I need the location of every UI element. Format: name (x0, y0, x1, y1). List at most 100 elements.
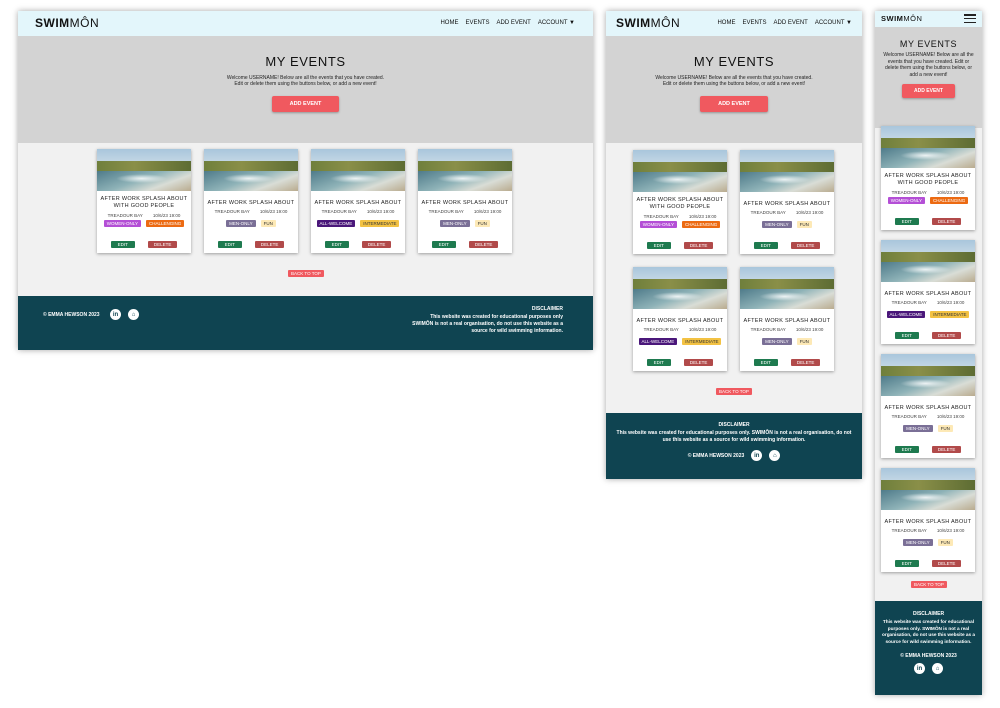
disclaimer-title: DISCLAIMER (531, 306, 563, 312)
event-tag: CHALLENGING (929, 196, 969, 204)
disclaimer-line2: use this website as a source for wild sw… (662, 437, 806, 443)
event-datetime: 10/6/23 19:00 (688, 213, 717, 219)
hero-intro-line2: Edit or delete them using the buttons be… (662, 81, 806, 87)
event-tag: CHALLENGING (681, 220, 721, 228)
github-icon[interactable]: ⌂ (932, 663, 943, 675)
delete-button[interactable]: DELETE (790, 242, 821, 249)
site-logo[interactable]: SWIMMÔN (35, 16, 99, 30)
event-tag: WOMEN-ONLY (103, 219, 141, 227)
event-card: AFTER WORK SPLASH ABOUT TREADOUR BAY 10/6… (740, 150, 834, 254)
delete-button[interactable]: DELETE (931, 332, 962, 339)
event-card: AFTER WORK SPLASH ABOUT TREADOUR BAY 10/6… (204, 149, 298, 253)
event-title: AFTER WORK SPLASH ABOUT (743, 201, 831, 207)
event-card: AFTER WORK SPLASH ABOUT TREADOUR BAY 10/6… (881, 240, 975, 344)
nav-events[interactable]: EVENTS (742, 20, 766, 26)
event-tag: FUN (796, 221, 812, 229)
hero-intro: Welcome USERNAME! Below are all the even… (883, 52, 974, 78)
event-location: TREADOUR BAY (643, 213, 679, 219)
nav-account-dropdown[interactable]: ACCOUNT ▼ (815, 20, 852, 26)
event-location: TREADOUR BAY (750, 327, 786, 333)
event-tag: INTERMEDIATE (682, 338, 722, 346)
back-to-top-button[interactable]: BACK TO TOP (911, 581, 947, 588)
nav-add-event[interactable]: ADD EVENT (773, 20, 807, 26)
event-tag: FUN (937, 539, 953, 547)
add-event-button[interactable]: ADD EVENT (902, 84, 955, 98)
event-tag: WOMEN-ONLY (639, 220, 677, 228)
disclaimer-text: This website was created for educational… (882, 619, 975, 644)
event-photo (881, 468, 975, 510)
event-location: TREADOUR BAY (891, 189, 927, 195)
copyright: © EMMA HEWSON 2023 (43, 312, 100, 318)
event-tag: ALL-WELCOME (638, 338, 678, 346)
event-location: TREADOUR BAY (321, 209, 357, 215)
delete-button[interactable]: DELETE (790, 359, 821, 366)
event-location: TREADOUR BAY (891, 300, 927, 306)
delete-button[interactable]: DELETE (147, 241, 178, 248)
page-title: MY EVENTS (693, 54, 775, 69)
event-tag: MEN-ONLY (762, 338, 792, 346)
event-card: AFTER WORK SPLASH ABOUT TREADOUR BAY 10/6… (633, 267, 727, 371)
github-icon[interactable]: ⌂ (769, 450, 781, 461)
nav-home[interactable]: HOME (440, 20, 458, 26)
event-title: AFTER WORK SPLASH ABOUT (314, 200, 402, 206)
hero-section: MY EVENTS Welcome USERNAME! Below are al… (606, 36, 862, 143)
event-tag: FUN (260, 220, 276, 228)
event-datetime: 10/6/23 19:00 (259, 209, 288, 215)
edit-button[interactable]: EDIT (110, 241, 135, 248)
edit-button[interactable]: EDIT (431, 241, 456, 248)
event-title: AFTER WORK SPLASH ABOUT (421, 200, 509, 206)
delete-button[interactable]: DELETE (683, 242, 714, 249)
event-location: TREADOUR BAY (643, 327, 679, 333)
delete-button[interactable]: DELETE (468, 241, 499, 248)
hamburger-menu-icon[interactable] (964, 14, 976, 23)
linkedin-icon[interactable]: in (110, 309, 121, 320)
event-datetime: 10/6/23 19:00 (152, 212, 181, 218)
site-logo[interactable]: SWIMMÔN (881, 14, 922, 23)
event-photo (881, 354, 975, 396)
event-photo (311, 149, 405, 191)
edit-button[interactable]: EDIT (646, 242, 671, 249)
nav-home[interactable]: HOME (717, 20, 735, 26)
delete-button[interactable]: DELETE (931, 446, 962, 453)
back-to-top-button[interactable]: BACK TO TOP (288, 270, 324, 277)
delete-button[interactable]: DELETE (683, 359, 714, 366)
edit-button[interactable]: EDIT (894, 560, 919, 567)
add-event-button[interactable]: ADD EVENT (271, 96, 340, 112)
github-icon[interactable]: ⌂ (128, 309, 139, 320)
add-event-button[interactable]: ADD EVENT (700, 96, 768, 112)
edit-button[interactable]: EDIT (894, 218, 919, 225)
edit-button[interactable]: EDIT (894, 446, 919, 453)
nav-add-event[interactable]: ADD EVENT (496, 20, 530, 26)
site-logo[interactable]: SWIMMÔN (616, 16, 680, 30)
linkedin-icon[interactable]: in (914, 663, 925, 675)
event-datetime: 10/6/23 19:00 (936, 528, 965, 534)
event-card: AFTER WORK SPLASH ABOUT TREADOUR BAY 10/6… (311, 149, 405, 253)
event-tag: MEN-ONLY (903, 425, 933, 433)
disclaimer-title: DISCLAIMER (912, 611, 945, 617)
edit-button[interactable]: EDIT (324, 241, 349, 248)
back-to-top-button[interactable]: BACK TO TOP (716, 388, 752, 395)
event-tag: ALL-WELCOME (886, 311, 926, 319)
event-title: AFTER WORK SPLASH ABOUT (884, 291, 972, 297)
delete-button[interactable]: DELETE (254, 241, 285, 248)
edit-button[interactable]: EDIT (753, 242, 778, 249)
edit-button[interactable]: EDIT (894, 332, 919, 339)
disclaimer-line1: This website was created for educational… (616, 430, 852, 436)
navbar: SWIMMÔN HOME EVENTS ADD EVENT ACCOUNT ▼ (606, 11, 862, 36)
edit-button[interactable]: EDIT (753, 359, 778, 366)
event-card: AFTER WORK SPLASH ABOUT TREADOUR BAY 10/6… (881, 354, 975, 458)
delete-button[interactable]: DELETE (931, 560, 962, 567)
nav-account-dropdown[interactable]: ACCOUNT ▼ (538, 20, 575, 26)
event-title: AFTER WORK SPLASH ABOUT WITH GOOD PEOPLE (636, 197, 724, 211)
event-tag: CHALLENGING (145, 219, 185, 227)
linkedin-icon[interactable]: in (751, 450, 763, 461)
event-photo (418, 149, 512, 191)
hero-section: MY EVENTS Welcome USERNAME! Below are al… (875, 27, 982, 128)
delete-button[interactable]: DELETE (931, 218, 962, 225)
delete-button[interactable]: DELETE (361, 241, 392, 248)
edit-button[interactable]: EDIT (217, 241, 242, 248)
nav-events[interactable]: EVENTS (465, 20, 489, 26)
event-tag: MEN-ONLY (440, 220, 470, 228)
edit-button[interactable]: EDIT (646, 359, 671, 366)
event-title: AFTER WORK SPLASH ABOUT (884, 519, 972, 525)
